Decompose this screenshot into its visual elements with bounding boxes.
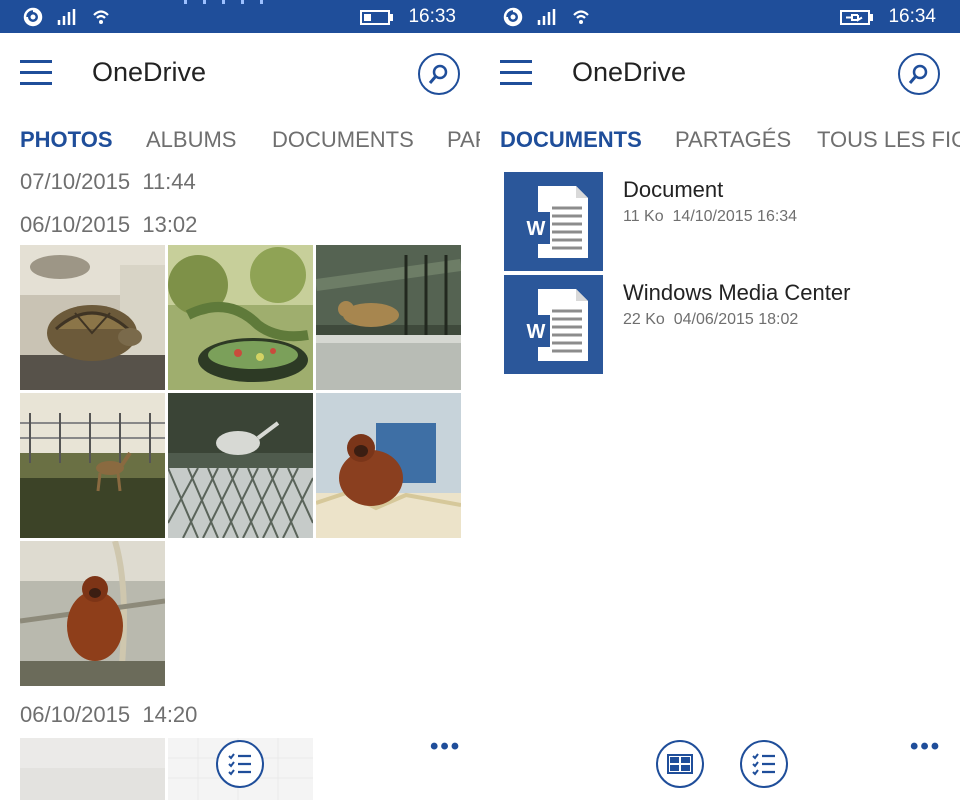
checklist-icon: [752, 753, 775, 776]
pivot-tabs: PHOTOS ALBUMS DOCUMENTS PARTAGÉS: [0, 123, 480, 159]
date-group-header: 07/10/2015 11:44: [20, 169, 196, 195]
svg-text:W: W: [527, 321, 546, 343]
grid-view-icon: [667, 754, 693, 774]
more-options-button[interactable]: •••: [910, 733, 941, 761]
photo-thumbnail-jaguar[interactable]: [316, 245, 461, 390]
app-title: OneDrive: [92, 57, 207, 87]
status-time: 16:33: [408, 6, 456, 27]
group-date: 07/10/2015: [20, 169, 131, 194]
tab-all-files[interactable]: TOUS LES FICHIERS: [817, 127, 960, 153]
signal-icon: [57, 9, 76, 25]
status-time: 16:34: [888, 6, 936, 27]
document-name: Document: [623, 177, 724, 202]
document-list-item[interactable]: W Windows Media Center 22 Ko 04/06/2015 …: [504, 275, 944, 374]
tab-photos[interactable]: PHOTOS: [20, 127, 113, 153]
document-modified: 14/10/2015 16:34: [672, 208, 798, 225]
search-button[interactable]: [418, 53, 460, 95]
checklist-icon: [228, 753, 251, 776]
group-date: 06/10/2015: [20, 702, 131, 727]
hamburger-menu-button[interactable]: [20, 60, 52, 86]
data-saver-icon: [23, 7, 43, 27]
group-time: 13:02: [142, 212, 198, 237]
wifi-icon: [93, 10, 109, 24]
view-toggle-button[interactable]: [656, 740, 704, 788]
photo-thumbnail-bird[interactable]: [168, 393, 313, 538]
photo-thumbnail-partial[interactable]: [20, 738, 165, 800]
search-icon: [908, 64, 928, 84]
wifi-icon: [573, 10, 589, 24]
hamburger-menu-button[interactable]: [500, 60, 532, 86]
select-button[interactable]: [216, 740, 264, 788]
signal-icon: [537, 9, 556, 25]
app-bar: OneDrive: [480, 33, 960, 113]
photo-thumbnail-orangutan-rope[interactable]: [20, 541, 165, 686]
date-group-header: 06/10/2015 13:02: [20, 212, 197, 238]
photo-thumbnail-orangutan[interactable]: [316, 393, 461, 538]
status-bar: 16:33: [0, 0, 480, 33]
document-meta: 22 Ko 04/06/2015 18:02: [623, 311, 798, 329]
document-size: 11 Ko: [623, 208, 664, 225]
document-list-item[interactable]: W Document 11 Ko 14/10/2015 16:34: [504, 172, 944, 271]
word-document-icon: W: [504, 275, 603, 374]
app-title: OneDrive: [572, 57, 687, 87]
date-group-header: 06/10/2015 14:20: [20, 702, 197, 728]
progress-dots: [184, 0, 270, 4]
battery-charging-icon: [840, 10, 873, 25]
battery-low-icon: [360, 10, 393, 25]
data-saver-icon: [503, 7, 523, 27]
svg-text:W: W: [527, 218, 546, 240]
group-time: 14:20: [142, 702, 198, 727]
photo-thumbnail-deer[interactable]: [20, 393, 165, 538]
tab-documents[interactable]: DOCUMENTS: [500, 127, 642, 153]
tab-shared[interactable]: PARTAGÉS: [675, 127, 791, 153]
search-button[interactable]: [898, 53, 940, 95]
tab-documents[interactable]: DOCUMENTS: [272, 127, 414, 153]
right-phone-screen: 16:34 OneDrive DOCUMENTS PARTAGÉS TOUS L…: [480, 0, 960, 800]
document-meta: 11 Ko 14/10/2015 16:34: [623, 208, 797, 226]
document-name: Windows Media Center: [623, 280, 851, 305]
document-modified: 04/06/2015 18:02: [673, 311, 799, 328]
search-icon: [428, 64, 448, 84]
group-date: 06/10/2015: [20, 212, 131, 237]
left-phone-screen: 16:33 OneDrive PHOTOS ALBUMS DOCUMENTS P…: [0, 0, 480, 800]
photo-thumbnail-iguana[interactable]: [168, 245, 313, 390]
status-bar: 16:34: [480, 0, 960, 33]
app-bar: OneDrive: [0, 33, 480, 113]
pivot-tabs: DOCUMENTS PARTAGÉS TOUS LES FICHIERS: [480, 123, 960, 159]
tab-shared[interactable]: PARTAGÉS: [447, 127, 480, 153]
word-document-icon: W: [504, 172, 603, 271]
tab-albums[interactable]: ALBUMS: [146, 127, 236, 153]
select-button[interactable]: [740, 740, 788, 788]
more-options-button[interactable]: •••: [430, 733, 461, 761]
document-size: 22 Ko: [623, 311, 665, 328]
photo-thumbnail-tortoise[interactable]: [20, 245, 165, 390]
group-time: 11:44: [142, 169, 196, 194]
